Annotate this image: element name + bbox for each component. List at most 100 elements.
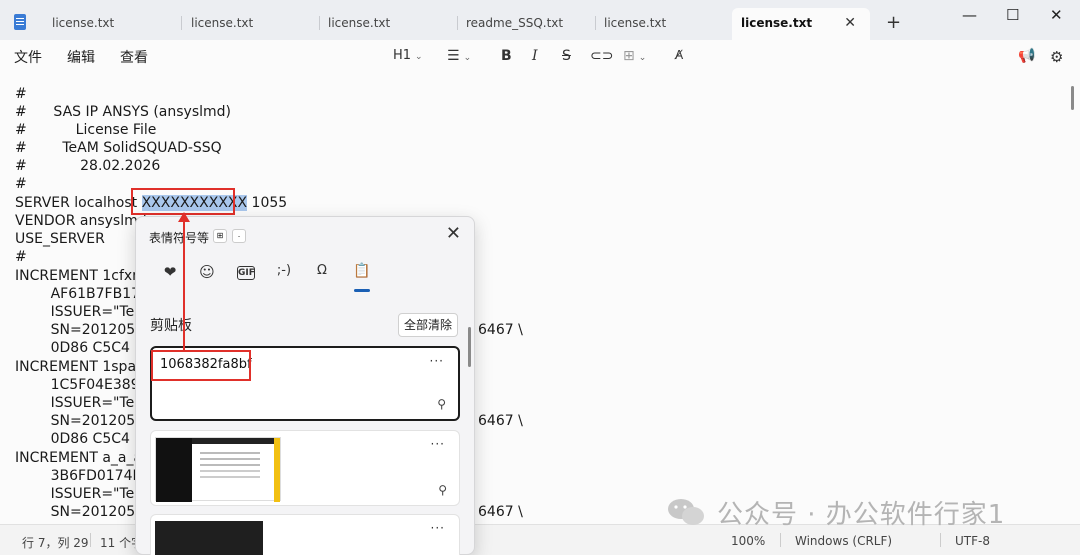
- emoji-smiley-icon[interactable]: ☺: [194, 263, 220, 281]
- new-tab-button[interactable]: +: [886, 12, 901, 33]
- text-fragment: 6467 \: [478, 413, 523, 429]
- more-options-icon[interactable]: ···: [431, 521, 445, 535]
- text-line: 0D86 C5C4 C7: [15, 340, 154, 356]
- text-line: #: [15, 176, 27, 192]
- italic-button[interactable]: I: [532, 48, 538, 64]
- gear-icon[interactable]: ⚙: [1050, 48, 1063, 66]
- text-line: ISSUER="Tean: [15, 486, 152, 502]
- status-separator: [780, 533, 781, 547]
- cursor-position: 行 7，列 29: [22, 536, 89, 550]
- text-line: # SAS IP ANSYS (ansyslmd): [15, 104, 232, 120]
- text-line: #: [15, 86, 27, 102]
- maximize-button[interactable]: ☐: [1006, 6, 1019, 24]
- thumbnail-text-lines: [200, 452, 260, 454]
- wechat-logo-icon: [668, 499, 704, 525]
- text-line: 3B6FD0174FF: [15, 468, 149, 484]
- editor-scrollbar[interactable]: [1071, 86, 1074, 110]
- text-line: INCREMENT 1cfxm: [15, 268, 146, 284]
- clipboard-item-image[interactable]: ··· ⚲: [150, 430, 460, 506]
- text-line: 1C5F04E389E: [15, 377, 149, 393]
- more-options-icon[interactable]: ···: [431, 437, 445, 451]
- more-options-icon[interactable]: ···: [430, 354, 444, 368]
- line-ending[interactable]: Windows (CRLF): [795, 534, 892, 548]
- bold-button[interactable]: B: [501, 48, 512, 64]
- text-line: # 28.02.2026: [15, 158, 161, 174]
- minimize-button[interactable]: —: [962, 6, 977, 24]
- tab-label: license.txt: [741, 16, 813, 30]
- menu-view[interactable]: 查看: [120, 47, 148, 67]
- text-line: SN=20120530: [15, 322, 153, 338]
- text-line: ISSUER="Tean: [15, 395, 152, 411]
- tab-3[interactable]: license.txt: [320, 8, 458, 40]
- tab-label: license.txt: [604, 16, 667, 30]
- symbols-icon[interactable]: Ω: [309, 263, 335, 278]
- tab-2[interactable]: license.txt: [182, 8, 320, 40]
- text-line: INCREMENT a_a_a: [15, 450, 143, 466]
- clipboard-item-image[interactable]: ···: [150, 514, 460, 555]
- text-line: 0D86 C5C4 C7: [15, 431, 154, 447]
- pin-icon[interactable]: ⚲: [438, 483, 447, 497]
- text-line: #: [15, 249, 27, 265]
- thumbnail-header: [192, 438, 276, 444]
- tab-label: license.txt: [328, 16, 391, 30]
- status-separator: [940, 533, 941, 547]
- menu-edit[interactable]: 编辑: [67, 47, 95, 67]
- text-line: USE_SERVER: [15, 231, 105, 247]
- menu-bar: 文件 编辑 查看 H1 ⌄ ☰ ⌄ B I S ⊂⊃ ⊞ ⌄ A̸ 📢 ⚙: [0, 40, 1080, 74]
- tab-label: license.txt: [191, 16, 254, 30]
- notepad-app-icon: [14, 14, 26, 30]
- close-icon[interactable]: ✕: [446, 223, 461, 244]
- tab-6-active[interactable]: license.txt ✕: [732, 8, 870, 40]
- annotation-arrow-head: [178, 212, 190, 222]
- keyboard-key-icon: ⊞: [213, 229, 227, 243]
- text-line: VENDOR ansyslmd: [15, 213, 147, 229]
- tab-bar: license.txt license.txt license.txt read…: [0, 0, 1080, 40]
- text-fragment: 6467 \: [478, 322, 523, 338]
- tab-label: license.txt: [52, 16, 115, 30]
- clear-all-button[interactable]: 全部清除: [398, 313, 458, 337]
- active-category-indicator: [354, 289, 370, 292]
- annotation-arrow-shaft: [183, 216, 185, 350]
- pin-icon[interactable]: ⚲: [437, 397, 446, 411]
- text-fragment: 6467 \: [478, 504, 523, 520]
- link-icon[interactable]: ⊂⊃: [590, 48, 613, 64]
- text-line: ISSUER="Tean: [15, 304, 152, 320]
- text-line: # License File: [15, 122, 157, 138]
- strikethrough-button[interactable]: S: [562, 48, 571, 64]
- tab-5[interactable]: license.txt: [596, 8, 734, 40]
- table-icon: ⊞: [623, 48, 635, 64]
- list-icon: ☰: [447, 48, 460, 64]
- close-window-button[interactable]: ✕: [1050, 6, 1063, 24]
- chevron-down-icon: ⌄: [415, 52, 423, 62]
- text-line: INCREMENT 1spac: [15, 359, 144, 375]
- favorites-heart-icon[interactable]: ❤: [157, 263, 183, 281]
- keyboard-key-icon: .: [232, 229, 246, 243]
- gif-icon[interactable]: GIF: [237, 266, 255, 280]
- heading-dropdown[interactable]: H1 ⌄: [393, 48, 423, 63]
- emoji-clipboard-panel: 表情符号等 ⊞ . ✕ ❤ ☺ GIF ;-) Ω 📋 剪贴板 全部清除 106…: [135, 216, 475, 555]
- clear-format-icon[interactable]: A̸: [675, 48, 683, 62]
- screenshot-thumbnail: [155, 437, 281, 502]
- status-separator: [90, 533, 91, 547]
- encoding[interactable]: UTF-8: [955, 534, 990, 548]
- screenshot-thumbnail: [155, 521, 263, 555]
- server-port: 1055: [247, 195, 288, 211]
- table-dropdown[interactable]: ⊞ ⌄: [623, 48, 646, 64]
- megaphone-icon[interactable]: 📢: [1018, 48, 1035, 64]
- list-dropdown[interactable]: ☰ ⌄: [447, 48, 471, 64]
- heading-label: H1: [393, 48, 412, 63]
- clipboard-icon[interactable]: 📋: [349, 263, 375, 279]
- highlight-box-clipboard-item: [151, 350, 251, 381]
- panel-scrollbar[interactable]: [468, 327, 471, 367]
- close-tab-icon[interactable]: ✕: [844, 15, 856, 31]
- text-line: SN=20120530: [15, 504, 153, 520]
- watermark-text: 公众号 · 办公软件行家1: [717, 500, 1006, 530]
- thumbnail-yellow-stripe: [274, 438, 280, 502]
- panel-title: 表情符号等: [149, 231, 210, 245]
- zoom-level[interactable]: 100%: [731, 534, 765, 548]
- tab-4[interactable]: readme_SSQ.txt: [458, 8, 596, 40]
- kaomoji-icon[interactable]: ;-): [271, 263, 297, 278]
- tab-1[interactable]: license.txt: [34, 8, 182, 40]
- menu-file[interactable]: 文件: [14, 47, 42, 67]
- text-line: # TeAM SolidSQUAD-SSQ: [15, 140, 222, 156]
